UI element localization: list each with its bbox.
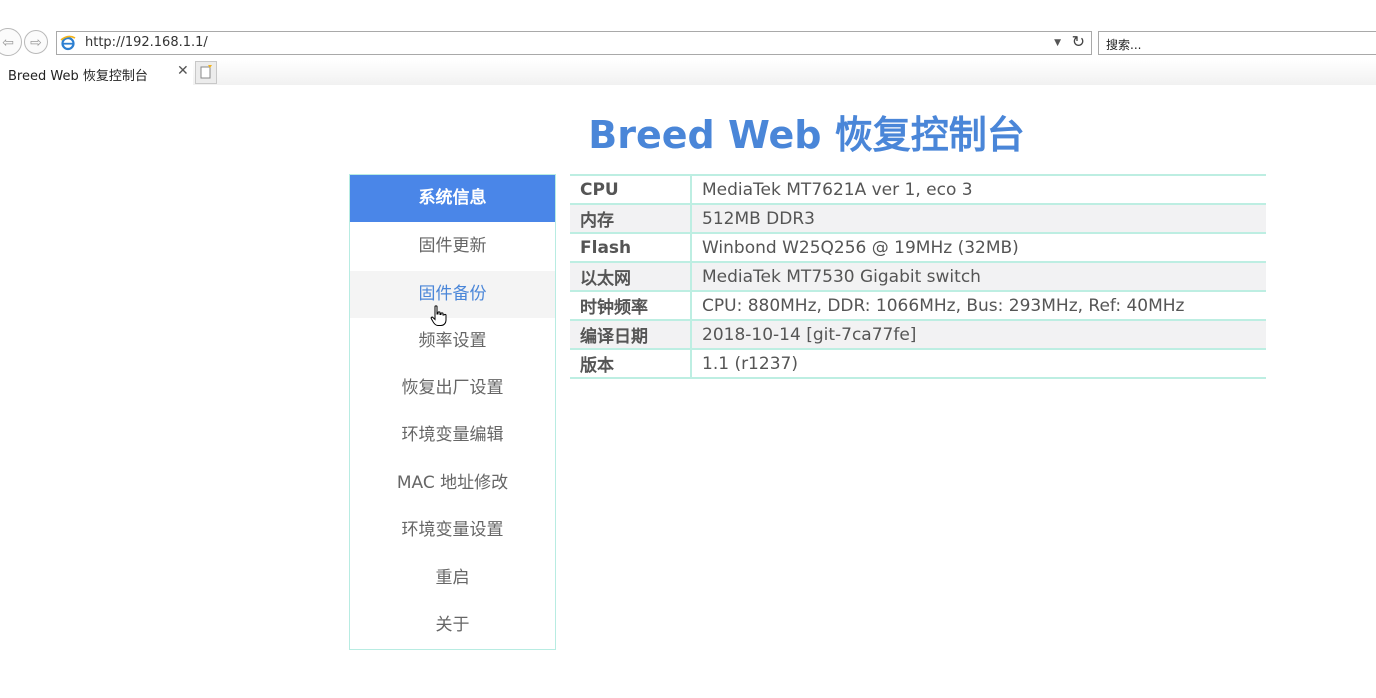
sidebar-item-env-edit[interactable]: 环境变量编辑 bbox=[350, 412, 555, 459]
search-placeholder: 搜索... bbox=[1106, 38, 1142, 52]
page-title: Breed Web 恢复控制台 bbox=[588, 113, 1025, 157]
info-value: MediaTek MT7621A ver 1, eco 3 bbox=[691, 174, 1266, 204]
table-row: 内存 512MB DDR3 bbox=[570, 203, 1266, 233]
info-value: 512MB DDR3 bbox=[691, 203, 1266, 233]
info-key: 编译日期 bbox=[570, 319, 692, 349]
tab-breed-web[interactable]: Breed Web 恢复控制台 ✕ bbox=[0, 60, 193, 85]
sidebar-item-reboot[interactable]: 重启 bbox=[350, 555, 555, 602]
sidebar-item-mac-address[interactable]: MAC 地址修改 bbox=[350, 460, 555, 507]
sidebar-menu: 系统信息 固件更新 固件备份 频率设置 恢复出厂设置 环境变量编辑 MAC 地址… bbox=[349, 174, 556, 650]
info-key: CPU bbox=[570, 174, 692, 204]
address-dropdown-icon[interactable]: ▼ bbox=[1054, 38, 1061, 48]
back-button[interactable]: ⇦ bbox=[0, 28, 22, 56]
tab-strip: Breed Web 恢复控制台 ✕ bbox=[0, 60, 1376, 85]
table-row: 编译日期 2018-10-14 [git-7ca77fe] bbox=[570, 319, 1266, 349]
info-key: 内存 bbox=[570, 203, 692, 233]
info-value: 1.1 (r1237) bbox=[691, 348, 1266, 379]
new-tab-button[interactable] bbox=[195, 61, 217, 84]
sidebar-item-about[interactable]: 关于 bbox=[350, 602, 555, 649]
close-icon[interactable]: ✕ bbox=[177, 63, 189, 79]
info-key: Flash bbox=[570, 232, 692, 262]
info-value: 2018-10-14 [git-7ca77fe] bbox=[691, 319, 1266, 349]
info-value: Winbond W25Q256 @ 19MHz (32MB) bbox=[691, 232, 1266, 262]
sidebar-item-system-info[interactable]: 系统信息 bbox=[350, 175, 555, 222]
info-key: 版本 bbox=[570, 348, 692, 379]
table-row: 以太网 MediaTek MT7530 Gigabit switch bbox=[570, 261, 1266, 291]
sidebar-item-firmware-backup[interactable]: 固件备份 bbox=[350, 271, 555, 318]
sidebar-item-firmware-update[interactable]: 固件更新 bbox=[350, 223, 555, 270]
sidebar-item-frequency-settings[interactable]: 频率设置 bbox=[350, 318, 555, 365]
ie-icon bbox=[60, 35, 76, 51]
info-key: 以太网 bbox=[570, 261, 692, 291]
refresh-icon[interactable]: ↻ bbox=[1072, 32, 1085, 51]
table-row: CPU MediaTek MT7621A ver 1, eco 3 bbox=[570, 174, 1266, 204]
sidebar-item-env-settings[interactable]: 环境变量设置 bbox=[350, 507, 555, 554]
info-value: MediaTek MT7530 Gigabit switch bbox=[691, 261, 1266, 291]
tab-title: Breed Web 恢复控制台 bbox=[8, 69, 148, 84]
hand-cursor-icon bbox=[430, 305, 447, 326]
new-tab-icon bbox=[200, 65, 212, 79]
info-key: 时钟频率 bbox=[570, 290, 692, 320]
search-input[interactable]: 搜索... bbox=[1098, 31, 1376, 55]
table-row: Flash Winbond W25Q256 @ 19MHz (32MB) bbox=[570, 232, 1266, 262]
address-bar[interactable]: http://192.168.1.1/ ▼ ↻ bbox=[56, 31, 1092, 55]
system-info-table: CPU MediaTek MT7621A ver 1, eco 3 内存 512… bbox=[570, 174, 1266, 379]
sidebar-item-factory-reset[interactable]: 恢复出厂设置 bbox=[350, 365, 555, 412]
info-value: CPU: 880MHz, DDR: 1066MHz, Bus: 293MHz, … bbox=[691, 290, 1266, 320]
table-row: 时钟频率 CPU: 880MHz, DDR: 1066MHz, Bus: 293… bbox=[570, 290, 1266, 320]
forward-button[interactable]: ⇨ bbox=[24, 30, 48, 54]
address-text: http://192.168.1.1/ bbox=[85, 35, 208, 50]
table-row: 版本 1.1 (r1237) bbox=[570, 348, 1266, 379]
browser-chrome: ⇦ ⇨ http://192.168.1.1/ ▼ ↻ 搜索... Breed … bbox=[0, 0, 1376, 85]
